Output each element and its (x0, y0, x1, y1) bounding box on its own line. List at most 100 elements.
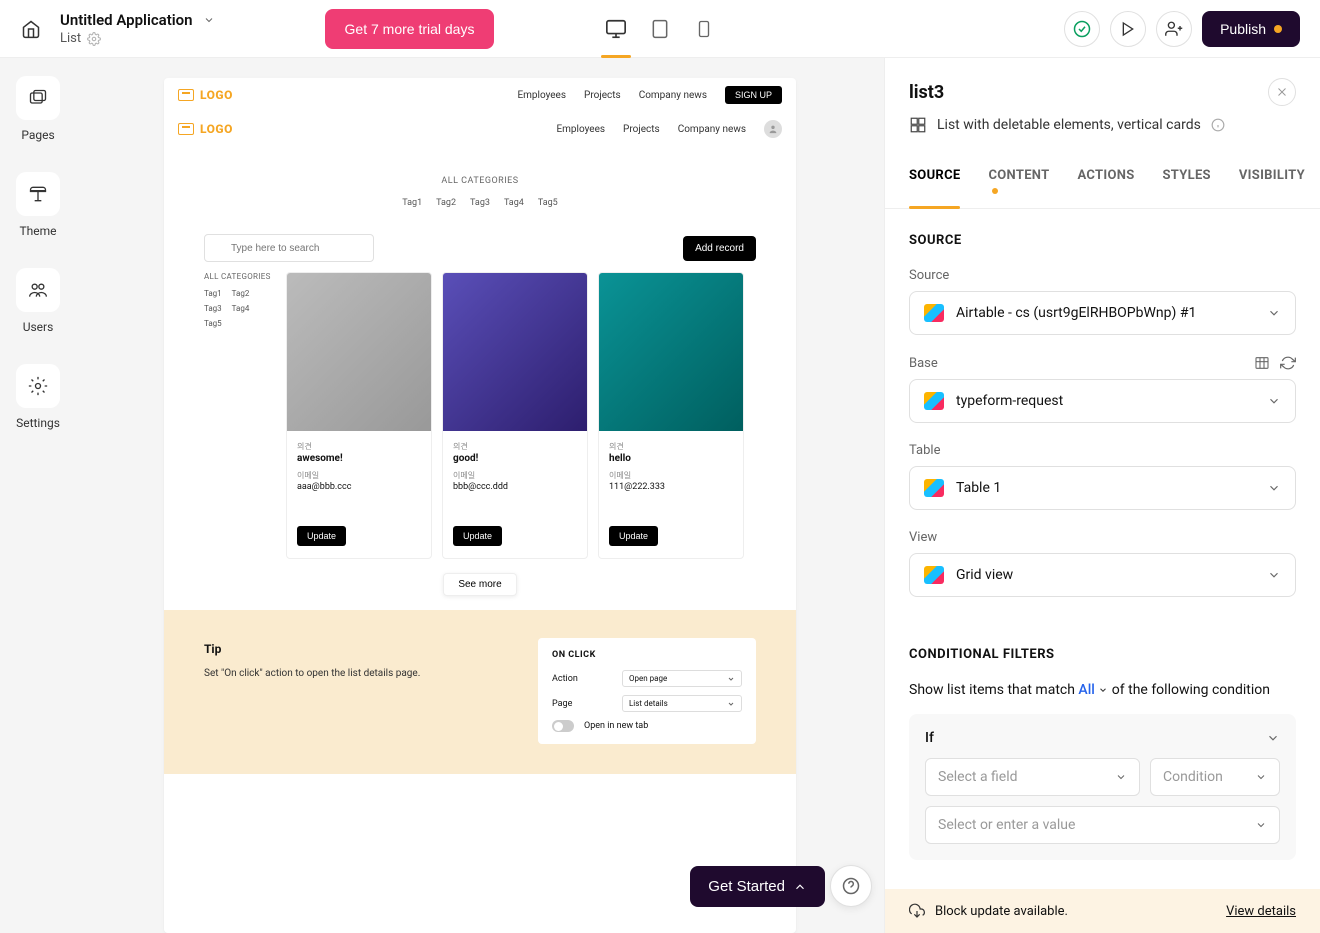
close-button[interactable] (1268, 78, 1296, 106)
filter-tag[interactable]: Tag3 (204, 304, 222, 313)
tab-source[interactable]: SOURCE (909, 158, 960, 208)
filter-tag[interactable]: Tag1 (204, 289, 222, 298)
close-icon (1276, 86, 1288, 98)
action-select[interactable]: Open page (622, 670, 742, 687)
trial-button[interactable]: Get 7 more trial days (325, 9, 495, 49)
signup-button[interactable]: SIGN UP (725, 86, 782, 104)
publish-button[interactable]: Publish (1202, 11, 1300, 47)
tag-link[interactable]: Tag3 (470, 198, 490, 208)
chevron-down-icon (1255, 819, 1267, 831)
base-select[interactable]: typeform-request (909, 379, 1296, 423)
cond-match-dropdown[interactable]: All (1078, 682, 1108, 698)
source-section-header: SOURCE (909, 233, 1296, 248)
logo-icon (178, 89, 194, 101)
see-more-button[interactable]: See more (443, 573, 516, 596)
preview-header-1: LOGO Employees Projects Company news SIG… (164, 78, 796, 112)
airtable-icon (924, 392, 944, 410)
device-desktop[interactable] (605, 18, 627, 40)
nav-link[interactable]: Company news (678, 124, 746, 135)
sidebar-item-settings[interactable]: Settings (16, 364, 60, 430)
update-notice: Block update available. View details (885, 889, 1320, 933)
preview-header-2: LOGO Employees Projects Company news (164, 112, 796, 146)
view-select[interactable]: Grid view (909, 553, 1296, 597)
chevron-down-icon (1115, 771, 1127, 783)
chevron-down-icon (1255, 771, 1267, 783)
help-button[interactable] (830, 865, 872, 907)
avatar[interactable] (764, 120, 782, 138)
preview-button[interactable] (1110, 11, 1146, 47)
get-started-button[interactable]: Get Started (690, 866, 825, 907)
nav-link[interactable]: Company news (639, 90, 707, 101)
list-item[interactable]: 의견 hello 이메일 111@222.333 Update (598, 272, 744, 559)
source-select[interactable]: Airtable - cs (usrt9gElRHBOPbWnp) #1 (909, 291, 1296, 335)
panel-tabs: SOURCE CONTENT ACTIONS STYLES VISIBILITY (885, 158, 1320, 209)
search-input[interactable] (204, 234, 374, 262)
tag-link[interactable]: Tag2 (436, 198, 456, 208)
nav-link[interactable]: Employees (556, 124, 605, 135)
device-mobile[interactable] (693, 18, 715, 40)
cond-value-select[interactable]: Select or enter a value (925, 806, 1280, 844)
source-label: Source (909, 268, 1296, 283)
sidebar-item-users[interactable]: Users (16, 268, 60, 334)
tab-actions[interactable]: ACTIONS (1077, 158, 1134, 208)
update-button[interactable]: Update (297, 526, 346, 546)
chevron-down-icon (1098, 685, 1108, 695)
sidebar-item-theme[interactable]: Theme (16, 172, 60, 238)
app-title-group: Untitled Application List (60, 11, 215, 46)
settings-icon (28, 376, 48, 396)
help-icon (842, 877, 860, 895)
chevron-down-icon (727, 675, 735, 683)
add-record-button[interactable]: Add record (683, 236, 756, 261)
card-image (443, 273, 587, 431)
gear-icon[interactable] (87, 32, 101, 46)
page-select[interactable]: List details (622, 695, 742, 712)
grid-icon (909, 116, 927, 134)
chevron-down-icon (1267, 481, 1281, 495)
list-item[interactable]: 의견 awesome! 이메일 aaa@bbb.ccc Update (286, 272, 432, 559)
list-item[interactable]: 의견 good! 이메일 bbb@ccc.ddd Update (442, 272, 588, 559)
app-title: Untitled Application (60, 11, 193, 29)
device-tablet[interactable] (649, 18, 671, 40)
update-button[interactable]: Update (453, 526, 502, 546)
tip-title: Tip (204, 642, 508, 656)
nav-link[interactable]: Projects (584, 90, 621, 101)
panel-title: list3 (909, 82, 944, 103)
tab-styles[interactable]: STYLES (1163, 158, 1211, 208)
chevron-down-icon[interactable] (203, 14, 215, 26)
tab-visibility[interactable]: VISIBILITY (1239, 158, 1305, 208)
cond-condition-select[interactable]: Condition (1150, 758, 1280, 796)
home-button[interactable] (20, 18, 42, 40)
info-icon[interactable] (1211, 118, 1225, 132)
chevron-down-icon[interactable] (1266, 731, 1280, 745)
table-icon[interactable] (1254, 355, 1270, 371)
nav-link[interactable]: Employees (517, 90, 566, 101)
tag-link[interactable]: Tag5 (538, 198, 558, 208)
cards-row: 의견 awesome! 이메일 aaa@bbb.ccc Update 의견 go… (286, 272, 756, 559)
filter-tag[interactable]: Tag2 (232, 289, 250, 298)
page-name: List (60, 31, 81, 46)
logo-text: LOGO (200, 122, 233, 136)
open-new-tab-toggle[interactable] (552, 720, 574, 732)
card-image (599, 273, 743, 431)
condition-card: If Select a field Condition Select or en… (909, 714, 1296, 860)
table-select[interactable]: Table 1 (909, 466, 1296, 510)
sidebar-item-pages[interactable]: Pages (16, 76, 60, 142)
tag-link[interactable]: Tag4 (504, 198, 524, 208)
cond-field-select[interactable]: Select a field (925, 758, 1140, 796)
filter-tag[interactable]: Tag5 (204, 319, 222, 328)
theme-icon (28, 184, 48, 204)
page-preview[interactable]: LOGO Employees Projects Company news SIG… (164, 78, 796, 933)
status-check-button[interactable] (1064, 11, 1100, 47)
view-details-link[interactable]: View details (1226, 904, 1296, 919)
filter-tag[interactable]: Tag4 (232, 304, 250, 313)
nav-link[interactable]: Projects (623, 124, 660, 135)
add-user-button[interactable] (1156, 11, 1192, 47)
tag-link[interactable]: Tag1 (402, 198, 422, 208)
device-switcher (605, 18, 715, 40)
users-icon (28, 280, 48, 300)
category-filter: ALL CATEGORIES Tag1 Tag2 Tag3 Tag4 Tag5 (204, 272, 274, 559)
left-sidebar: Pages Theme Users Settings (0, 58, 76, 933)
update-button[interactable]: Update (609, 526, 658, 546)
tab-content[interactable]: CONTENT (988, 158, 1049, 208)
refresh-icon[interactable] (1280, 355, 1296, 371)
